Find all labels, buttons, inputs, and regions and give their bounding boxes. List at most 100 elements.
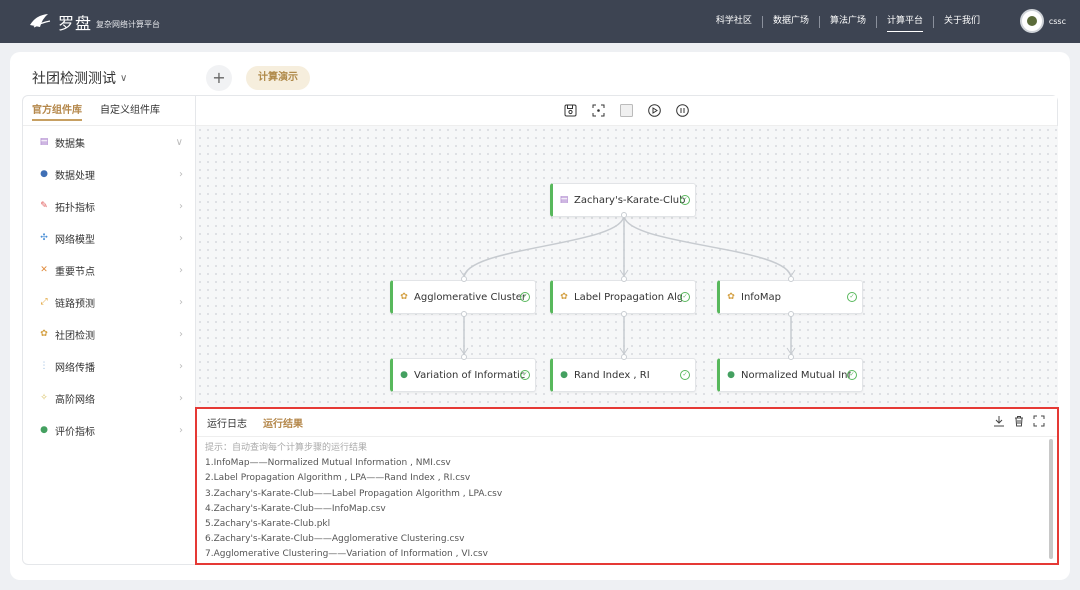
- nav-science-community[interactable]: 科学社区: [706, 0, 762, 43]
- input-port[interactable]: [621, 354, 627, 360]
- project-selector[interactable]: 社团检测测试 ∨: [32, 68, 127, 88]
- input-port[interactable]: [461, 354, 467, 360]
- tab-official-library[interactable]: 官方组件库: [23, 96, 91, 125]
- brand-name: 罗盘: [58, 14, 93, 33]
- nav-about-us[interactable]: 关于我们: [934, 0, 990, 43]
- sidebar-item[interactable]: ● 评价指标 ›: [23, 414, 195, 446]
- stop-icon[interactable]: [620, 104, 634, 118]
- sidebar-item-label: 数据集: [55, 138, 85, 150]
- check-circle-icon: ✓: [847, 292, 857, 302]
- result-line[interactable]: 2.Label Propagation Algorithm , LPA——Ran…: [205, 471, 1049, 486]
- result-line[interactable]: 1.InfoMap——Normalized Mutual Information…: [205, 456, 1049, 471]
- result-line[interactable]: 4.Zachary's-Karate-Club——InfoMap.csv: [205, 502, 1049, 517]
- input-port[interactable]: [621, 276, 627, 282]
- component-library: 官方组件库 自定义组件库 ▤ 数据集 ∨ ● 数据处理 › ✎ 拓扑指标 › ✣ 网络模型 › ✕ 重要节…: [22, 95, 196, 565]
- node-variation-of-information[interactable]: ● Variation of Informatic ✓: [390, 358, 536, 392]
- trash-icon[interactable]: [1013, 415, 1025, 430]
- main-nav: 科学社区 数据广场 算法广场 计算平台 关于我们: [706, 0, 990, 43]
- chevron-right-icon: ›: [179, 296, 183, 308]
- chevron-right-icon: ›: [179, 168, 183, 180]
- pause-icon[interactable]: [676, 104, 690, 118]
- sidebar-item[interactable]: ✿ 社团检测 ›: [23, 318, 195, 350]
- nav-compute-platform[interactable]: 计算平台: [877, 0, 933, 43]
- chevron-right-icon: ›: [179, 424, 183, 436]
- community-icon: ✿: [400, 292, 408, 302]
- download-icon[interactable]: [993, 415, 1005, 430]
- results-list: 提示：自动查询每个计算步骤的运行结果 1.InfoMap——Normalized…: [197, 437, 1057, 567]
- node-agglomerative-cluster[interactable]: ✿ Agglomerative Cluster ✓: [390, 280, 536, 314]
- node-label: Rand Index , RI: [574, 369, 650, 381]
- sidebar-item[interactable]: ✎ 拓扑指标 ›: [23, 190, 195, 222]
- chevron-down-icon: ∨: [120, 72, 128, 84]
- node-infomap[interactable]: ✿ InfoMap ✓: [717, 280, 863, 314]
- sidebar-item[interactable]: ✧ 高阶网络 ›: [23, 382, 195, 414]
- community-icon: ✿: [40, 329, 48, 339]
- project-title: 社团检测测试: [32, 71, 116, 87]
- results-hint: 提示：自动查询每个计算步骤的运行结果: [205, 443, 368, 453]
- chevron-right-icon: ›: [179, 264, 183, 276]
- sidebar-item-label: 高阶网络: [55, 394, 95, 406]
- console-actions: [993, 415, 1045, 430]
- output-port[interactable]: [621, 311, 627, 317]
- canvas-grid[interactable]: ▤ Zachary's-Karate-Club ✓ ✿ Agglomerativ…: [196, 126, 1058, 408]
- sidebar-item[interactable]: ✕ 重要节点 ›: [23, 254, 195, 286]
- check-circle-icon: ✓: [680, 370, 690, 380]
- tab-custom-library[interactable]: 自定义组件库: [91, 96, 169, 125]
- node-rand-index[interactable]: ● Rand Index , RI ✓: [550, 358, 696, 392]
- evaluate-icon: ●: [400, 370, 408, 380]
- sidebar-item[interactable]: ⤢ 链路预测 ›: [23, 286, 195, 318]
- avatar[interactable]: [1019, 9, 1044, 33]
- sidebar-item[interactable]: ● 数据处理 ›: [23, 158, 195, 190]
- dataset-icon: ▤: [39, 137, 49, 147]
- globe-icon: ●: [40, 169, 48, 179]
- result-line[interactable]: 5.Zachary's-Karate-Club.pkl: [205, 517, 1049, 532]
- input-port[interactable]: [788, 276, 794, 282]
- evaluate-icon: ●: [40, 425, 48, 435]
- output-port[interactable]: [788, 311, 794, 317]
- node-label: Variation of Informatic: [414, 369, 526, 381]
- check-circle-icon: ✓: [520, 292, 530, 302]
- demo-button[interactable]: 计算演示: [246, 66, 310, 90]
- play-icon[interactable]: [648, 104, 662, 118]
- node-label: Zachary's-Karate-Club: [574, 194, 686, 206]
- sidebar-item-label: 拓扑指标: [55, 202, 95, 214]
- topology-icon: ✎: [40, 201, 48, 211]
- chevron-right-icon: ›: [179, 360, 183, 372]
- input-port[interactable]: [788, 354, 794, 360]
- chevron-right-icon: ›: [179, 232, 183, 244]
- tab-run-results[interactable]: 运行结果: [263, 415, 303, 430]
- result-line[interactable]: 7.Agglomerative Clustering——Variation of…: [205, 547, 1049, 562]
- username: cssc: [1048, 16, 1066, 26]
- add-project-button[interactable]: +: [206, 65, 232, 91]
- sidebar-item-label: 社团检测: [55, 330, 95, 342]
- input-port[interactable]: [461, 276, 467, 282]
- save-icon[interactable]: [564, 104, 578, 118]
- sidebar-item[interactable]: ▤ 数据集 ∨: [23, 126, 195, 158]
- check-circle-icon: ✓: [680, 195, 690, 205]
- community-icon: ✿: [727, 292, 735, 302]
- tab-run-log[interactable]: 运行日志: [207, 415, 247, 430]
- node-normalized-mutual-info[interactable]: ● Normalized Mutual Inf ✓: [717, 358, 863, 392]
- scrollbar[interactable]: [1049, 439, 1053, 559]
- sidebar-item-label: 评价指标: [55, 426, 95, 438]
- nav-algorithm-square[interactable]: 算法广场: [820, 0, 876, 43]
- brand-subtitle: 复杂网络计算平台: [96, 19, 161, 29]
- logo[interactable]: 罗盘 复杂网络计算平台: [28, 10, 160, 34]
- output-port[interactable]: [621, 212, 627, 218]
- fullscreen-icon[interactable]: [1033, 415, 1045, 430]
- node-label-propagation[interactable]: ✿ Label Propagation Alg ✓: [550, 280, 696, 314]
- sidebar-item[interactable]: ✣ 网络模型 ›: [23, 222, 195, 254]
- user-menu[interactable]: cssc: [1019, 9, 1066, 33]
- focus-icon[interactable]: [592, 104, 606, 118]
- sidebar-item-label: 网络模型: [55, 234, 95, 246]
- nav-data-square[interactable]: 数据广场: [763, 0, 819, 43]
- sidebar-item[interactable]: ⋮ 网络传播 ›: [23, 350, 195, 382]
- console-tabs: 运行日志 运行结果: [197, 409, 1057, 437]
- sidebar-item-label: 重要节点: [55, 266, 95, 278]
- library-tabs: 官方组件库 自定义组件库: [23, 96, 195, 126]
- result-line[interactable]: 3.Zachary's-Karate-Club——Label Propagati…: [205, 487, 1049, 502]
- node-label: Normalized Mutual Inf: [741, 369, 852, 381]
- sidebar-item-label: 链路预测: [55, 298, 95, 310]
- output-port[interactable]: [461, 311, 467, 317]
- result-line[interactable]: 6.Zachary's-Karate-Club——Agglomerative C…: [205, 532, 1049, 547]
